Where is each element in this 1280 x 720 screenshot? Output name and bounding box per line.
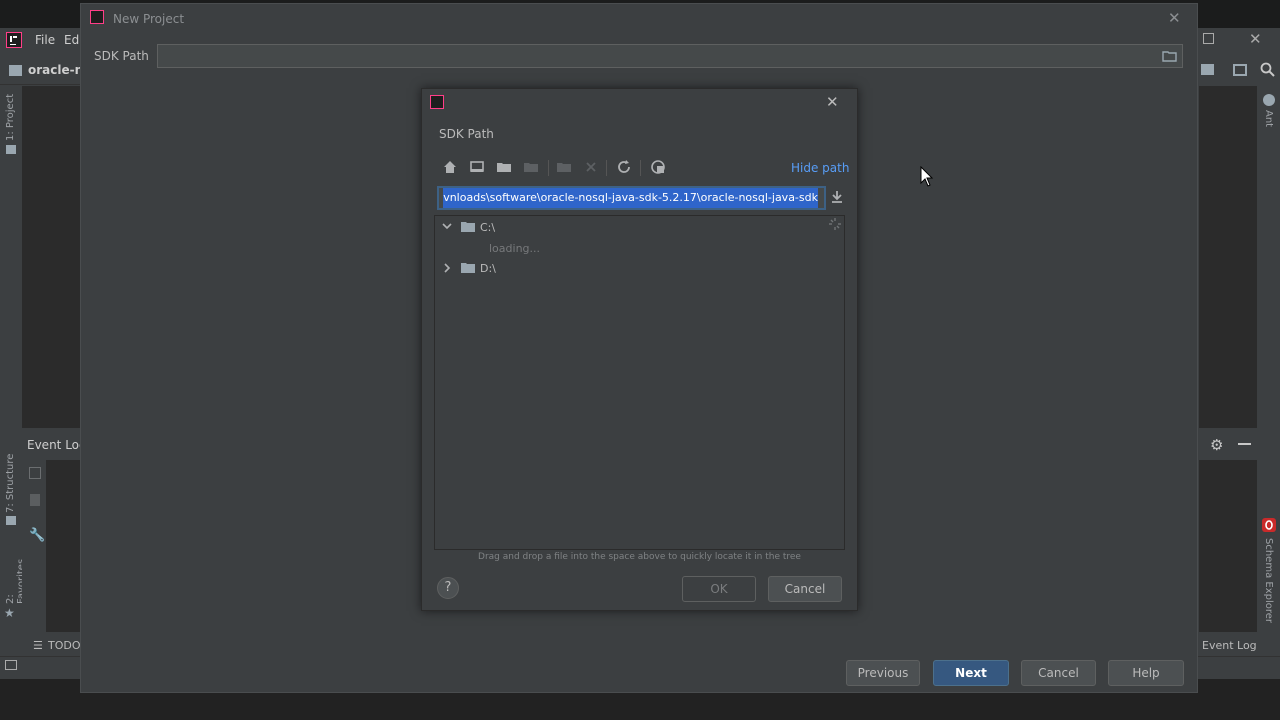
desktop-icon[interactable] <box>469 159 487 177</box>
maximize-icon[interactable] <box>1203 33 1214 44</box>
drag-drop-hint: Drag and drop a file into the space abov… <box>478 552 801 562</box>
run-anything-icon[interactable] <box>1233 64 1247 76</box>
structure-icon <box>6 516 16 525</box>
event-log-toolbar <box>22 460 46 632</box>
tree-node-d[interactable]: D:\ <box>480 262 496 275</box>
toolbar-separator <box>548 160 549 176</box>
project-folder-icon <box>6 145 16 154</box>
help-button[interactable]: Help <box>1108 660 1184 686</box>
schema-explorer-icon <box>1262 518 1276 532</box>
toggle-tool-windows-icon[interactable] <box>5 660 17 670</box>
intellij-logo-icon <box>430 95 444 109</box>
tab-todo[interactable]: TODO <box>48 639 81 652</box>
next-button[interactable]: Next <box>933 660 1009 686</box>
mark-read-icon[interactable] <box>29 467 41 479</box>
wrench-icon[interactable]: 🔧 <box>29 528 45 543</box>
dialog-cancel-button[interactable]: Cancel <box>768 576 842 602</box>
drive-folder-icon <box>461 262 475 274</box>
chevron-right-icon[interactable] <box>442 262 452 274</box>
download-icon[interactable] <box>830 190 844 204</box>
tool-window-schema-explorer[interactable]: Schema Explorer <box>1263 538 1274 623</box>
sdk-path-label: SDK Path <box>94 49 149 63</box>
mouse-cursor-icon <box>920 166 934 188</box>
cancel-button[interactable]: Cancel <box>1021 660 1096 686</box>
loading-spinner-icon <box>829 218 841 230</box>
hide-path-link[interactable]: Hide path <box>791 161 849 175</box>
browse-folder-icon[interactable] <box>1162 50 1178 62</box>
right-panel <box>1199 86 1257 428</box>
intellij-logo-icon <box>6 32 22 48</box>
project-panel <box>22 86 80 428</box>
close-icon[interactable]: ✕ <box>1168 9 1181 27</box>
dialog-label: SDK Path <box>439 127 494 141</box>
trash-icon[interactable] <box>30 494 40 506</box>
drive-folder-icon <box>461 221 475 233</box>
ant-icon <box>1263 94 1275 106</box>
sdk-path-field[interactable] <box>157 44 1183 68</box>
intellij-logo-icon <box>90 10 104 24</box>
tool-window-structure[interactable]: 7: Structure <box>5 453 16 513</box>
list-icon: ☰ <box>33 639 43 652</box>
chevron-down-icon[interactable] <box>441 221 453 231</box>
minimize-panel-icon[interactable] <box>1238 443 1251 445</box>
show-hidden-files-icon[interactable] <box>650 159 668 177</box>
tree-loading-text: loading... <box>489 242 541 255</box>
path-selected-text: vnloads\software\oracle-nosql-java-sdk-5… <box>443 188 818 208</box>
tab-event-log[interactable]: Event Log <box>1202 639 1257 652</box>
module-folder-icon <box>523 159 541 177</box>
event-log-title: Event Log <box>27 438 87 452</box>
toolbar-separator <box>640 160 641 176</box>
ok-button[interactable]: OK <box>682 576 756 602</box>
window-title: New Project <box>113 12 185 26</box>
refresh-icon[interactable] <box>616 159 634 177</box>
right-panel-body <box>1199 460 1257 632</box>
menu-file[interactable]: File <box>35 33 55 47</box>
tree-node-c[interactable]: C:\ <box>480 221 495 234</box>
home-icon[interactable] <box>442 159 460 177</box>
tool-window-ant[interactable]: Ant <box>1263 110 1274 127</box>
path-input[interactable]: vnloads\software\oracle-nosql-java-sdk-5… <box>437 186 826 210</box>
tool-window-project[interactable]: 1: Project <box>5 93 16 141</box>
delete-icon <box>583 159 601 177</box>
search-icon[interactable] <box>1260 62 1275 77</box>
dialog-close-icon[interactable]: ✕ <box>826 93 839 111</box>
help-icon[interactable]: ? <box>437 577 459 599</box>
toolbar-separator <box>606 160 607 176</box>
right-panel-header <box>1199 432 1257 460</box>
new-folder-icon <box>556 159 574 177</box>
star-icon: ★ <box>4 606 15 620</box>
close-icon[interactable]: ✕ <box>1249 30 1262 48</box>
project-folder-icon[interactable] <box>496 159 514 177</box>
project-structure-icon[interactable] <box>1201 64 1214 75</box>
previous-button[interactable]: Previous <box>846 660 920 686</box>
gear-icon[interactable]: ⚙ <box>1210 436 1223 454</box>
folder-icon <box>9 65 22 76</box>
